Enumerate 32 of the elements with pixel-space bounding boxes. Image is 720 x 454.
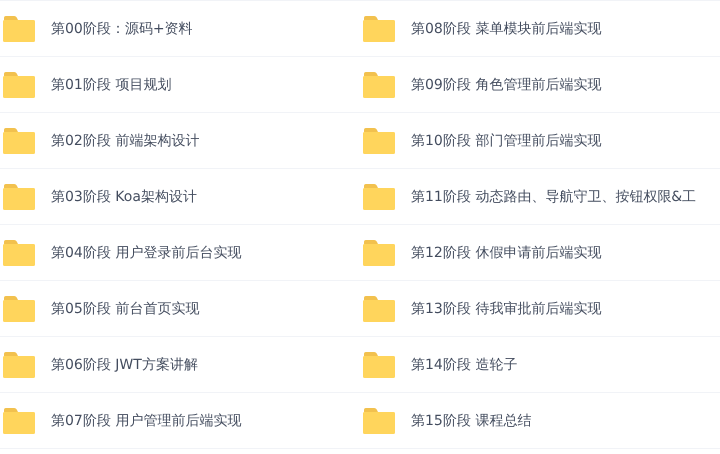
folder-name[interactable]: 第03阶段 Koa架构设计 [51,188,197,206]
folder-icon [363,408,395,434]
folder-icon [363,128,395,154]
folder-name[interactable]: 第00阶段：源码+资料 [51,20,193,38]
folder-name[interactable]: 第01阶段 项目规划 [51,76,172,94]
folder-name[interactable]: 第10阶段 部门管理前后端实现 [411,132,602,150]
folder-name[interactable]: 第06阶段 JWT方案讲解 [51,356,198,374]
folder-icon [363,352,395,378]
folder-name[interactable]: 第07阶段 用户管理前后端实现 [51,412,242,430]
folder-icon [363,296,395,322]
folder-name[interactable]: 第12阶段 休假申请前后端实现 [411,244,602,262]
folder-icon [3,352,35,378]
folder-name[interactable]: 第02阶段 前端架构设计 [51,132,200,150]
folder-icon [363,72,395,98]
folder-icon [363,16,395,42]
folder-name[interactable]: 第15阶段 课程总结 [411,412,532,430]
folder-icon [3,240,35,266]
folder-name[interactable]: 第05阶段 前台首页实现 [51,300,200,318]
folder-name[interactable]: 第08阶段 菜单模块前后端实现 [411,20,602,38]
folder-icon [3,128,35,154]
folder-name[interactable]: 第11阶段 动态路由、导航守卫、按钮权限&工 [411,188,696,206]
folder-icon [3,408,35,434]
folder-icon [363,184,395,210]
folder-icon [3,184,35,210]
folder-name[interactable]: 第09阶段 角色管理前后端实现 [411,76,602,94]
folder-icon [3,296,35,322]
folder-name[interactable]: 第13阶段 待我审批前后端实现 [411,300,602,318]
folder-name[interactable]: 第04阶段 用户登录前后台实现 [51,244,242,262]
folder-icon [363,240,395,266]
folder-icon [3,16,35,42]
folder-name[interactable]: 第14阶段 造轮子 [411,356,518,374]
folder-icon [3,72,35,98]
